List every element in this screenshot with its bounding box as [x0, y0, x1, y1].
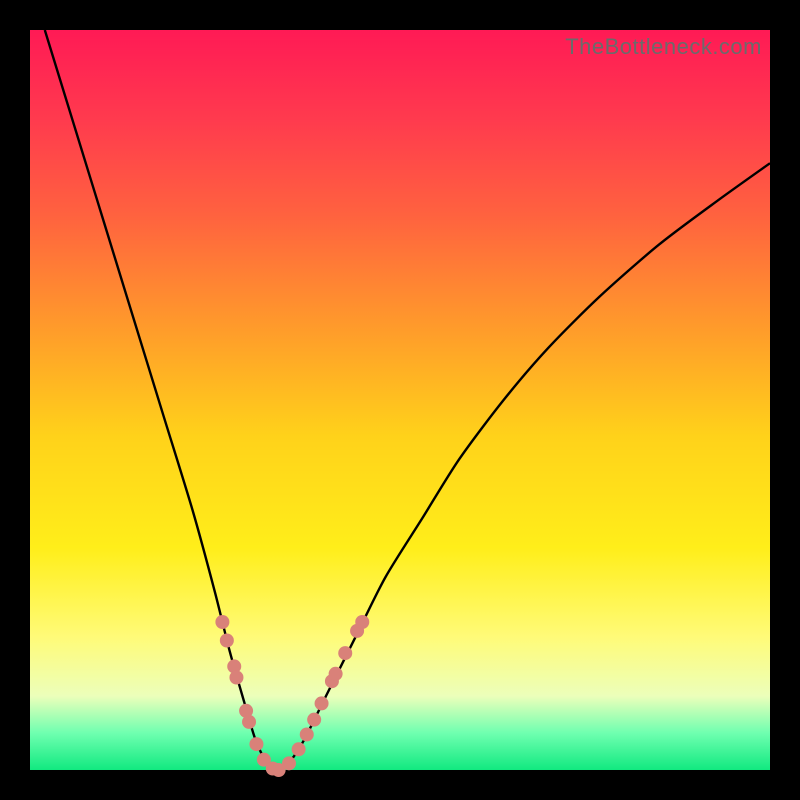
marker-dot — [215, 615, 229, 629]
marker-dot — [315, 696, 329, 710]
chart-frame: TheBottleneck.com — [0, 0, 800, 800]
marker-dot — [307, 713, 321, 727]
curve-svg — [30, 30, 770, 770]
marker-dot — [220, 634, 234, 648]
marker-dot — [329, 667, 343, 681]
marker-dot — [242, 715, 256, 729]
marker-dot — [229, 671, 243, 685]
marker-dot — [282, 756, 296, 770]
marker-dot — [355, 615, 369, 629]
marker-dot — [292, 742, 306, 756]
plot-area: TheBottleneck.com — [30, 30, 770, 770]
marker-dot — [338, 646, 352, 660]
marker-dot — [249, 737, 263, 751]
bottleneck-curve — [45, 30, 770, 770]
curve-markers — [215, 615, 369, 777]
marker-dot — [300, 727, 314, 741]
